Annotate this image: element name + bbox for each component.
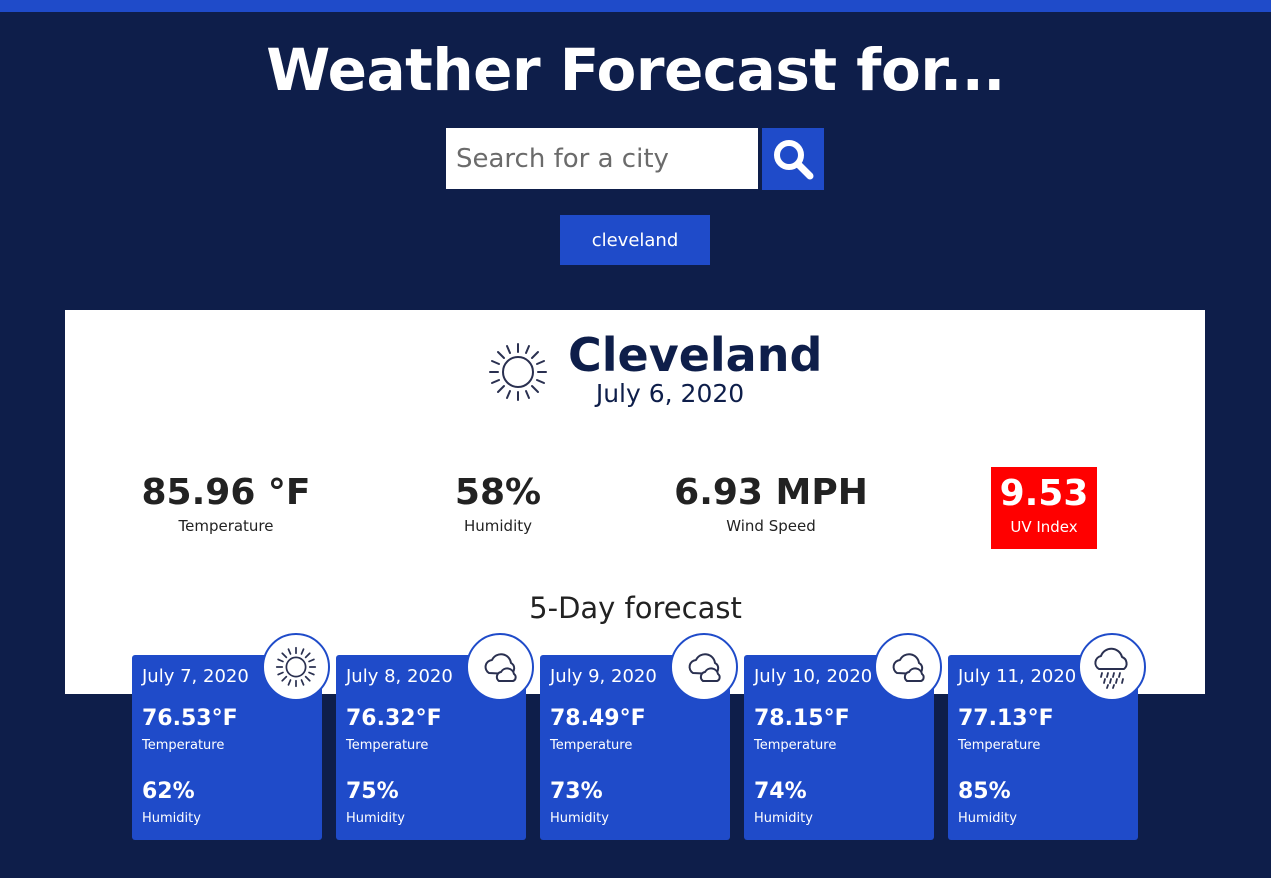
search-history-item[interactable]: cleveland: [560, 215, 710, 265]
forecast-humidity-label: Humidity: [142, 811, 201, 826]
forecast-humidity: 75%: [346, 779, 399, 804]
page-title: Weather Forecast for...: [266, 36, 1005, 104]
forecast-temperature: 78.15°F: [754, 706, 850, 731]
forecast-temperature: 78.49°F: [550, 706, 646, 731]
forecast-humidity-label: Humidity: [346, 811, 405, 826]
wind-speed-label: Wind Speed: [726, 517, 816, 535]
uv-index-label: UV Index: [1010, 518, 1078, 536]
forecast-date: July 8, 2020: [346, 666, 453, 687]
sun-icon: [489, 343, 547, 401]
uv-index-badge: 9.53 UV Index: [991, 467, 1097, 549]
forecast-day-card: July 8, 2020 76.32°F Temperature 75% Hum…: [336, 633, 534, 840]
cloud-icon: [892, 653, 925, 682]
cloud-icon: [688, 653, 721, 682]
forecast-date: July 11, 2020: [958, 666, 1077, 687]
temperature-value: 85.96 °F: [141, 472, 311, 513]
forecast-icon-badge: [262, 633, 330, 701]
forecast-icon-badge: [670, 633, 738, 701]
search-icon: [774, 140, 814, 180]
humidity-label: Humidity: [463, 517, 532, 535]
rain-icon: [1094, 647, 1128, 689]
forecast-humidity-label: Humidity: [550, 811, 609, 826]
forecast-date: July 7, 2020: [142, 666, 249, 687]
wind-speed-value: 6.93 MPH: [674, 472, 868, 513]
forecast-humidity: 74%: [754, 779, 807, 804]
forecast-temperature-label: Temperature: [142, 738, 225, 753]
forecast-day-card: July 7, 2020 76.53°F Temperature 62% Hum…: [132, 633, 330, 840]
forecast-humidity: 85%: [958, 779, 1011, 804]
forecast-day-card: July 11, 2020 77.13°F Temperature 85% Hu…: [948, 633, 1146, 840]
forecast-humidity: 62%: [142, 779, 195, 804]
forecast-temperature: 77.13°F: [958, 706, 1054, 731]
sun-icon: [275, 646, 317, 688]
forecast-icon-badge: [1078, 633, 1146, 701]
uv-index-value: 9.53: [999, 473, 1089, 514]
forecast-temperature-label: Temperature: [346, 738, 429, 753]
forecast-date: July 10, 2020: [754, 666, 873, 687]
current-date: July 6, 2020: [595, 379, 745, 408]
temperature-label: Temperature: [178, 517, 274, 535]
current-temperature: 85.96 °F Temperature: [126, 470, 326, 536]
forecast-icon-badge: [466, 633, 534, 701]
forecast-heading: 5-Day forecast: [529, 591, 742, 625]
forecast-temperature: 76.53°F: [142, 706, 238, 731]
cloud-icon: [484, 653, 517, 682]
top-accent-bar: [0, 0, 1271, 12]
forecast-icon-badge: [874, 633, 942, 701]
humidity-value: 58%: [454, 472, 542, 513]
current-humidity: 58% Humidity: [418, 470, 578, 536]
forecast-temperature-label: Temperature: [958, 738, 1041, 753]
search-input[interactable]: [446, 128, 758, 189]
forecast-temperature-label: Temperature: [754, 738, 837, 753]
forecast-day-card: July 9, 2020 78.49°F Temperature 73% Hum…: [540, 633, 738, 840]
forecast-temperature-label: Temperature: [550, 738, 633, 753]
forecast-date: July 9, 2020: [550, 666, 657, 687]
forecast-temperature: 76.32°F: [346, 706, 442, 731]
current-wind-speed: 6.93 MPH Wind Speed: [661, 470, 881, 536]
forecast-day-card: July 10, 2020 78.15°F Temperature 74% Hu…: [744, 633, 942, 840]
forecast-humidity-label: Humidity: [754, 811, 813, 826]
search-button[interactable]: [762, 128, 824, 190]
forecast-humidity-label: Humidity: [958, 811, 1017, 826]
forecast-humidity: 73%: [550, 779, 603, 804]
